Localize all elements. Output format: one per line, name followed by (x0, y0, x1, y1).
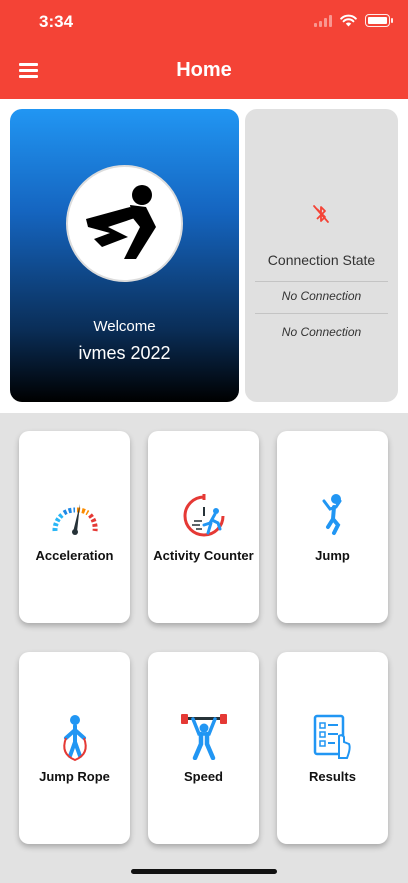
welcome-card: Welcome ivmes 2022 (10, 109, 239, 402)
welcome-name: ivmes 2022 (78, 343, 171, 363)
results-list-icon (313, 714, 351, 759)
speedometer-icon (52, 504, 98, 535)
welcome-text: Welcome (93, 318, 156, 335)
top-section: Welcome ivmes 2022 Connection State No C… (0, 99, 408, 413)
bluetooth-disabled-icon (313, 205, 329, 223)
status-time: 3:34 (39, 12, 74, 31)
tile-label: Activity Counter (153, 548, 254, 563)
connection-card: Connection State No Connection No Connec… (245, 109, 398, 402)
tile-label: Results (309, 769, 356, 784)
connection-value: No Connection (281, 289, 362, 303)
wifi-icon (340, 14, 357, 27)
activity-timer-icon (183, 494, 224, 537)
activity-counter-tile[interactable]: Activity Counter (148, 431, 259, 623)
acceleration-tile[interactable]: Acceleration (19, 431, 130, 623)
home-indicator[interactable] (131, 869, 277, 874)
jump-person-icon (322, 494, 341, 535)
jump-tile[interactable]: Jump (277, 431, 388, 623)
jump-rope-icon (62, 715, 87, 762)
speed-tile[interactable]: Speed (148, 652, 259, 844)
tile-label: Jump Rope (39, 769, 110, 784)
results-tile[interactable]: Results (277, 652, 388, 844)
weightlifter-icon (180, 714, 227, 760)
battery-icon (365, 14, 393, 27)
divider (255, 313, 388, 314)
connection-state-title: Connection State (267, 252, 376, 268)
app-bar: 3:34 Home (0, 0, 408, 99)
jump-rope-tile[interactable]: Jump Rope (19, 652, 130, 844)
cellular-signal-icon (314, 14, 332, 27)
ivmes-logo-icon (66, 165, 183, 282)
connection-value: No Connection (281, 325, 362, 339)
page-title: Home (176, 59, 232, 81)
divider (255, 281, 388, 282)
tile-label: Speed (183, 769, 223, 784)
tile-label: Jump (315, 548, 350, 563)
tile-label: Acceleration (35, 548, 114, 563)
status-icons (314, 14, 393, 27)
